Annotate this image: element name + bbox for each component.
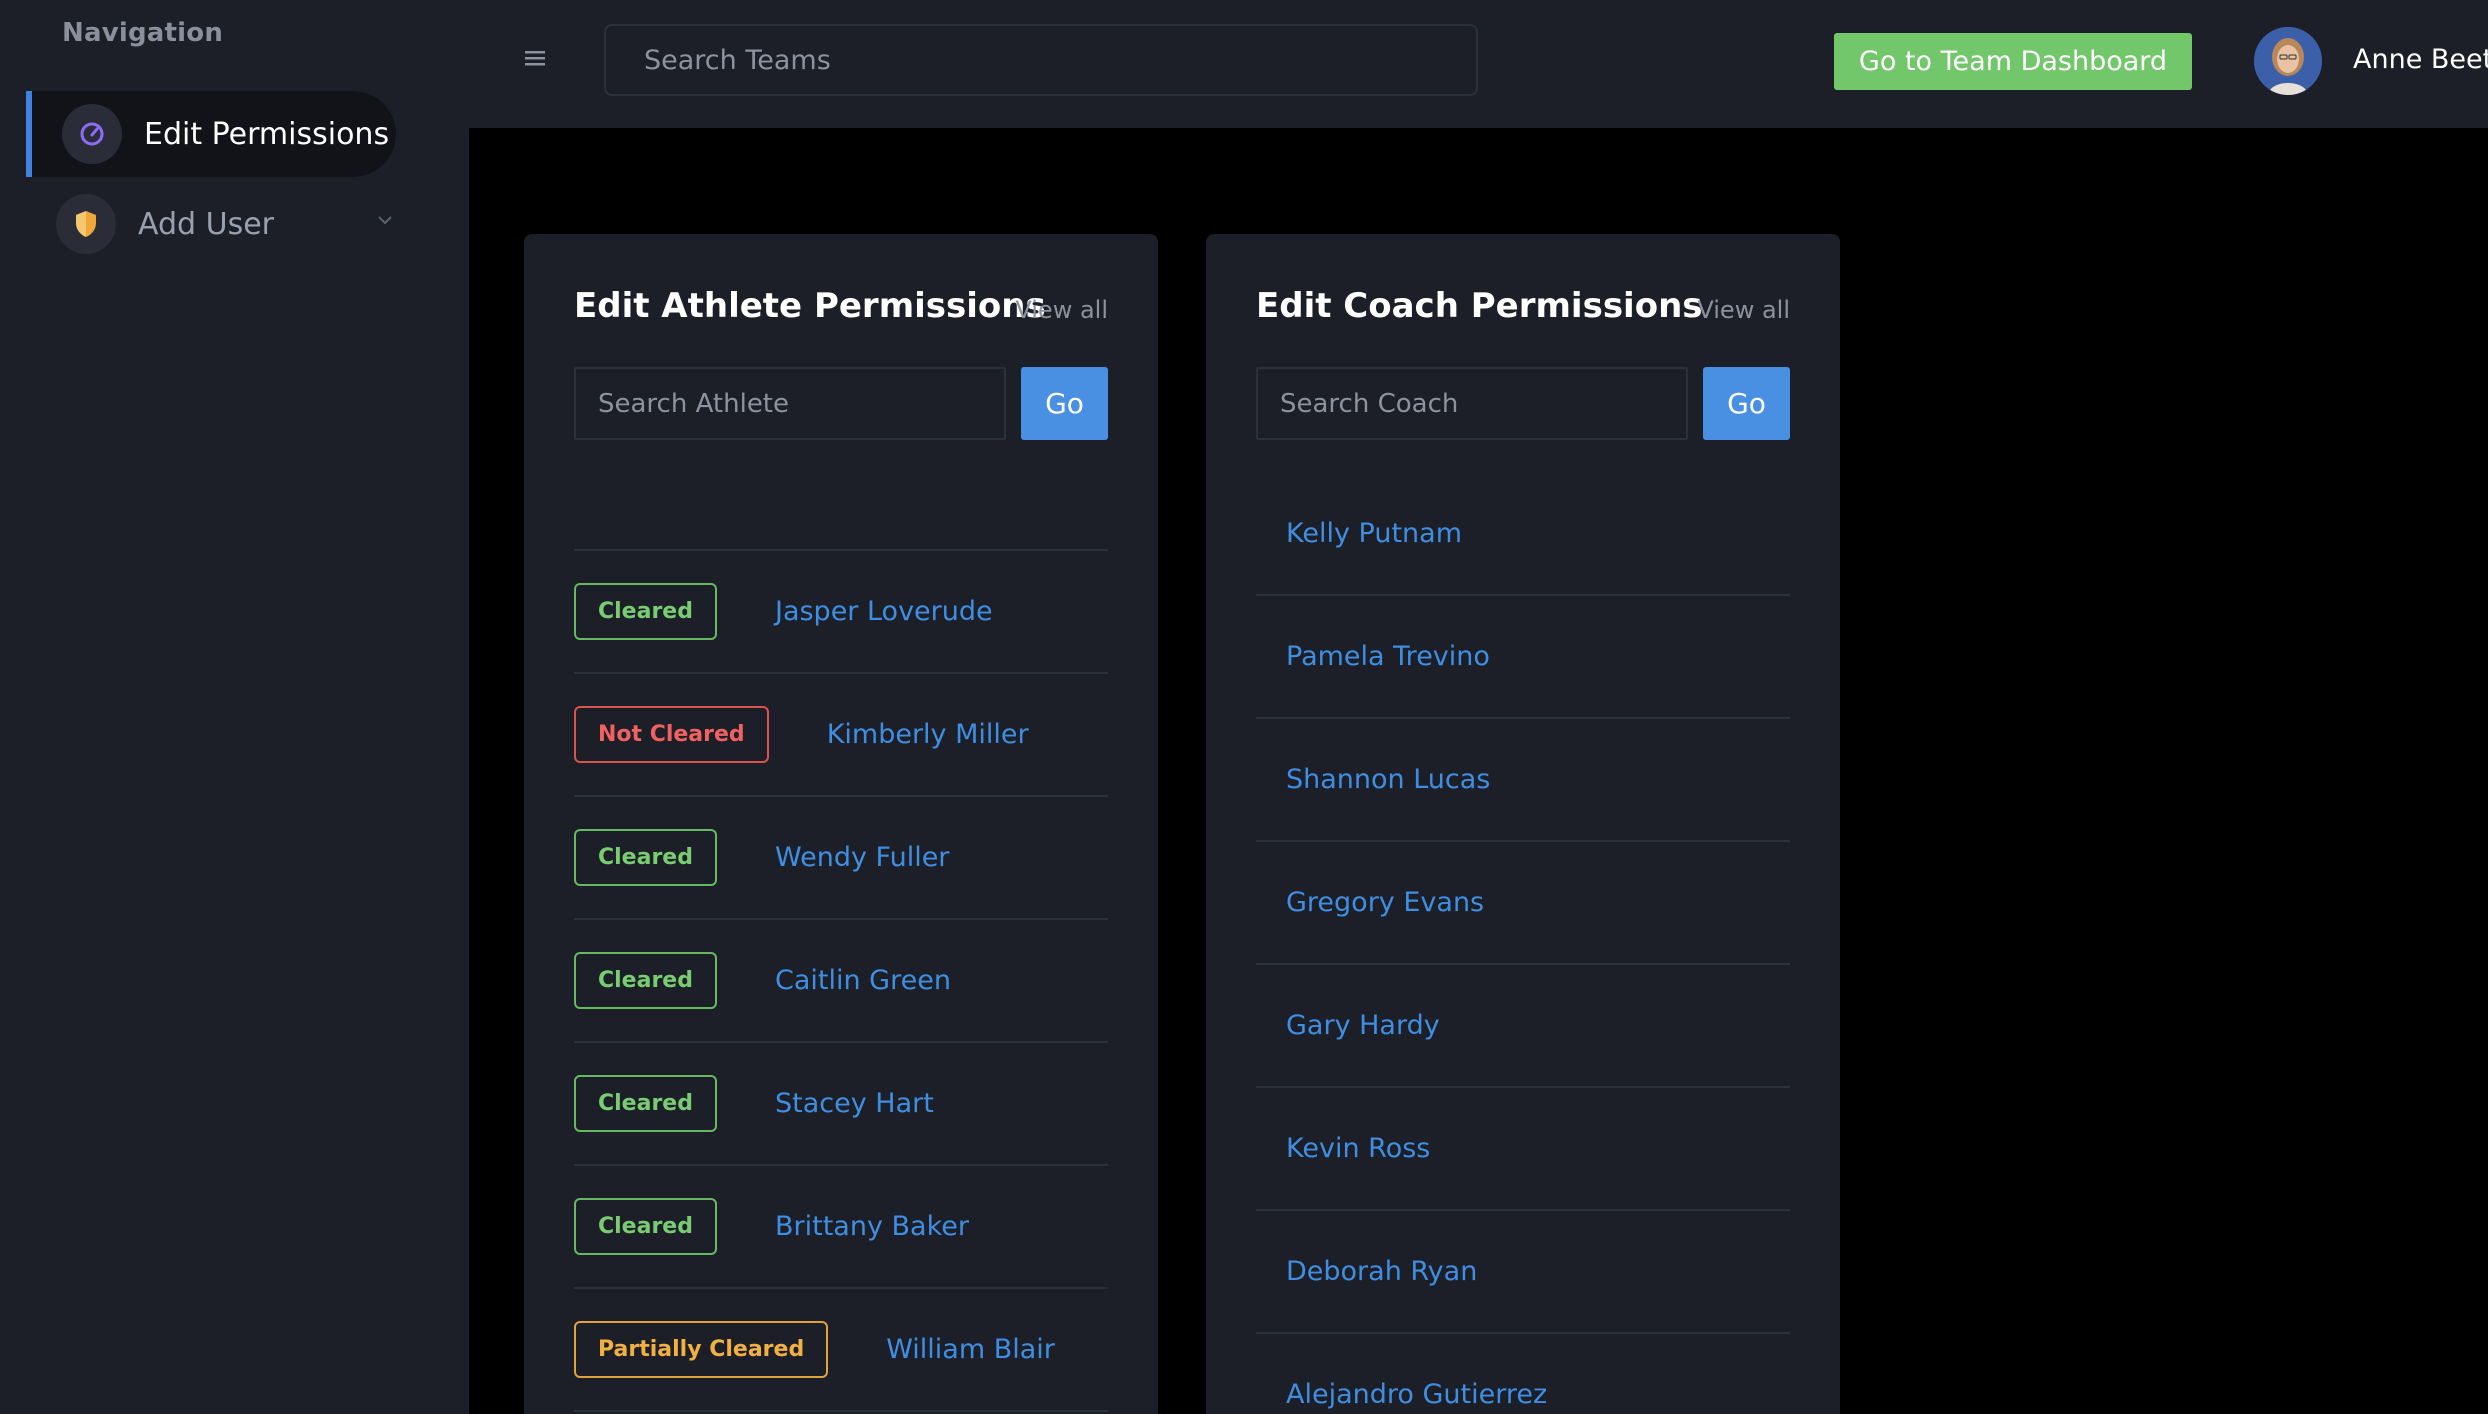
menu-icon[interactable] bbox=[524, 48, 546, 72]
athlete-permissions-card: Edit Athlete Permissions View all Go Cle… bbox=[524, 234, 1158, 1414]
card-title: Edit Athlete Permissions bbox=[574, 286, 1046, 326]
status-badge: Cleared bbox=[574, 829, 717, 886]
coach-row: Kevin Ross bbox=[1256, 1088, 1790, 1211]
coach-name-link[interactable]: Shannon Lucas bbox=[1286, 764, 1490, 795]
coach-row: Gregory Evans bbox=[1256, 842, 1790, 965]
coach-name-link[interactable]: Alejandro Gutierrez bbox=[1286, 1379, 1547, 1410]
coach-name-link[interactable]: Gary Hardy bbox=[1286, 1010, 1440, 1041]
athlete-row: Cleared Jasper Loverude bbox=[574, 551, 1108, 674]
sidebar-item-add-user[interactable]: Add User bbox=[26, 181, 396, 267]
athlete-name-link[interactable]: Kimberly Miller bbox=[827, 719, 1029, 750]
search-athlete-input[interactable] bbox=[574, 367, 1006, 440]
sidebar-item-edit-permissions[interactable]: Edit Permissions bbox=[26, 91, 396, 177]
sidebar-item-label: Edit Permissions bbox=[144, 116, 390, 152]
shield-icon bbox=[56, 194, 116, 254]
view-all-link[interactable]: View all bbox=[1015, 296, 1108, 324]
coach-name-link[interactable]: Kelly Putnam bbox=[1286, 518, 1462, 549]
sidebar-item-label: Add User bbox=[138, 206, 274, 242]
sidebar: Navigation Edit Permissions Add User bbox=[0, 0, 469, 1414]
athlete-name-link[interactable]: William Blair bbox=[886, 1334, 1055, 1365]
coach-row: Shannon Lucas bbox=[1256, 719, 1790, 842]
gauge-icon bbox=[62, 104, 122, 164]
team-dashboard-button[interactable]: Go to Team Dashboard bbox=[1834, 33, 2192, 90]
search-teams-input[interactable] bbox=[604, 24, 1478, 96]
search-coach-input[interactable] bbox=[1256, 367, 1688, 440]
athlete-row: Cleared Wendy Fuller bbox=[574, 797, 1108, 920]
athlete-name-link[interactable]: Stacey Hart bbox=[775, 1088, 934, 1119]
coach-row: Pamela Trevino bbox=[1256, 596, 1790, 719]
athlete-name-link[interactable]: Jasper Loverude bbox=[775, 596, 993, 627]
athlete-row: Not Cleared Kimberly Miller bbox=[574, 674, 1108, 797]
nav-heading: Navigation bbox=[62, 18, 224, 48]
athlete-name-link[interactable]: Brittany Baker bbox=[775, 1211, 969, 1242]
coach-name-link[interactable]: Kevin Ross bbox=[1286, 1133, 1430, 1164]
status-badge: Cleared bbox=[574, 1198, 717, 1255]
athlete-row: Cleared Stacey Hart bbox=[574, 1043, 1108, 1166]
athlete-row: Cleared Brittany Baker bbox=[574, 1166, 1108, 1289]
card-title: Edit Coach Permissions bbox=[1256, 286, 1703, 326]
athlete-name-link[interactable]: Caitlin Green bbox=[775, 965, 951, 996]
status-badge: Not Cleared bbox=[574, 706, 769, 763]
view-all-link[interactable]: View all bbox=[1697, 296, 1790, 324]
coach-permissions-card: Edit Coach Permissions View all Go Kelly… bbox=[1206, 234, 1840, 1414]
coach-row: Kelly Putnam bbox=[1256, 473, 1790, 596]
go-button[interactable]: Go bbox=[1703, 367, 1790, 440]
coach-name-link[interactable]: Pamela Trevino bbox=[1286, 641, 1490, 672]
status-badge: Partially Cleared bbox=[574, 1321, 829, 1378]
status-badge: Cleared bbox=[574, 583, 717, 640]
chevron-down-icon[interactable] bbox=[376, 211, 394, 230]
coach-name-link[interactable]: Deborah Ryan bbox=[1286, 1256, 1477, 1287]
go-button[interactable]: Go bbox=[1021, 367, 1108, 440]
status-badge: Cleared bbox=[574, 1075, 717, 1132]
coach-list: Kelly Putnam Pamela Trevino Shannon Lucas G… bbox=[1256, 473, 1790, 1414]
athlete-name-link[interactable]: Wendy Fuller bbox=[775, 842, 949, 873]
coach-row: Gary Hardy bbox=[1256, 965, 1790, 1088]
avatar[interactable] bbox=[2254, 27, 2322, 95]
user-name[interactable]: Anne Beet bbox=[2353, 44, 2488, 75]
athlete-row: Partially Cleared William Blair bbox=[574, 1289, 1108, 1412]
status-badge: Cleared bbox=[574, 952, 717, 1009]
coach-name-link[interactable]: Gregory Evans bbox=[1286, 887, 1484, 918]
coach-row: Alejandro Gutierrez bbox=[1256, 1334, 1790, 1414]
coach-row: Deborah Ryan bbox=[1256, 1211, 1790, 1334]
athlete-list: Cleared Jasper Loverude Not Cleared Kimberl… bbox=[574, 549, 1108, 1412]
athlete-row: Cleared Caitlin Green bbox=[574, 920, 1108, 1043]
